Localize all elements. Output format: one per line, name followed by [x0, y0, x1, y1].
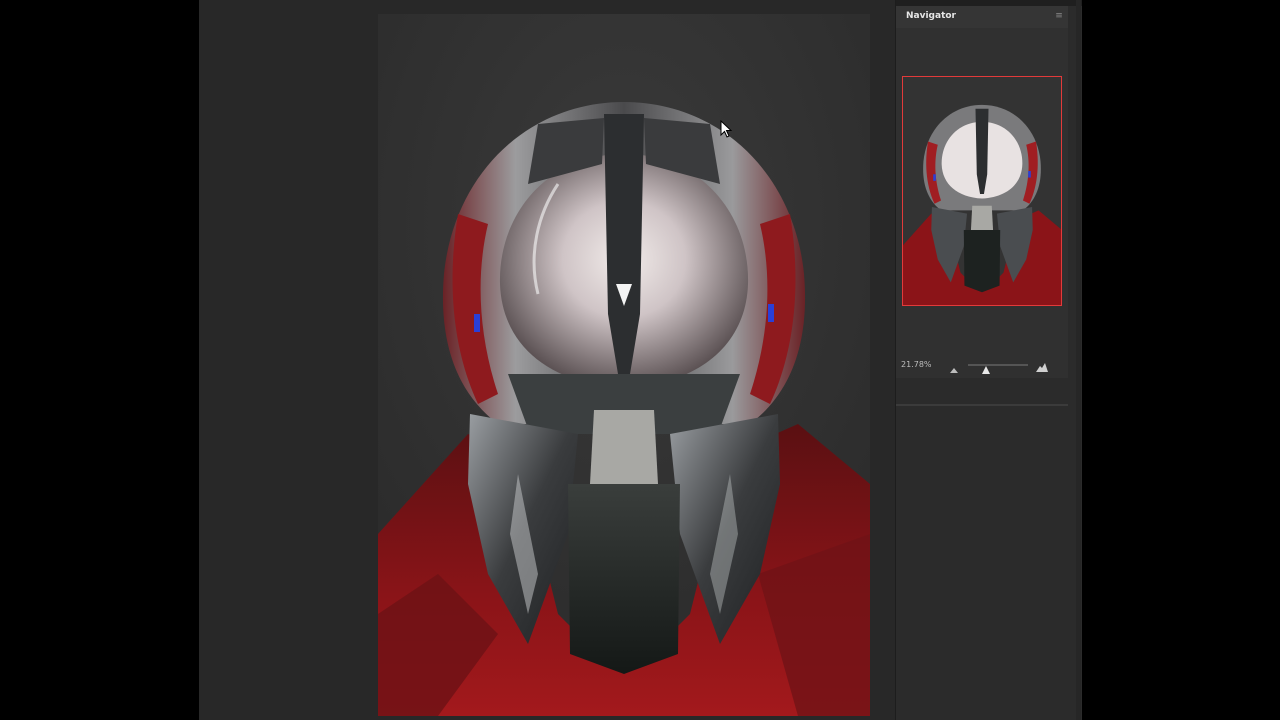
panel-divider [896, 404, 1068, 406]
mountain-large-icon[interactable] [1035, 358, 1049, 372]
document-canvas[interactable] [378, 14, 870, 716]
navigator-zoom-controls: 21.78% [896, 356, 1068, 376]
application-window: Navigator ≡ 21.78% [0, 0, 1280, 720]
navigator-panel-header[interactable]: Navigator ≡ [896, 6, 1068, 28]
panel-dock: Navigator ≡ 21.78% [895, 0, 1082, 720]
mountain-small-icon[interactable] [949, 360, 959, 373]
zoom-slider-track[interactable] [968, 364, 1028, 366]
panel-scrollbar[interactable] [1076, 0, 1081, 720]
arrow-cursor-icon [720, 119, 734, 140]
navigator-view-rectangle[interactable] [902, 76, 1062, 306]
navigator-panel-body: 21.78% [896, 28, 1068, 406]
zoom-percentage[interactable]: 21.78% [901, 360, 932, 369]
zoom-slider-handle[interactable] [981, 360, 991, 374]
navigator-tab[interactable]: Navigator [906, 11, 956, 21]
panel-menu-icon[interactable]: ≡ [1054, 11, 1064, 21]
helmet-artwork [378, 14, 870, 716]
